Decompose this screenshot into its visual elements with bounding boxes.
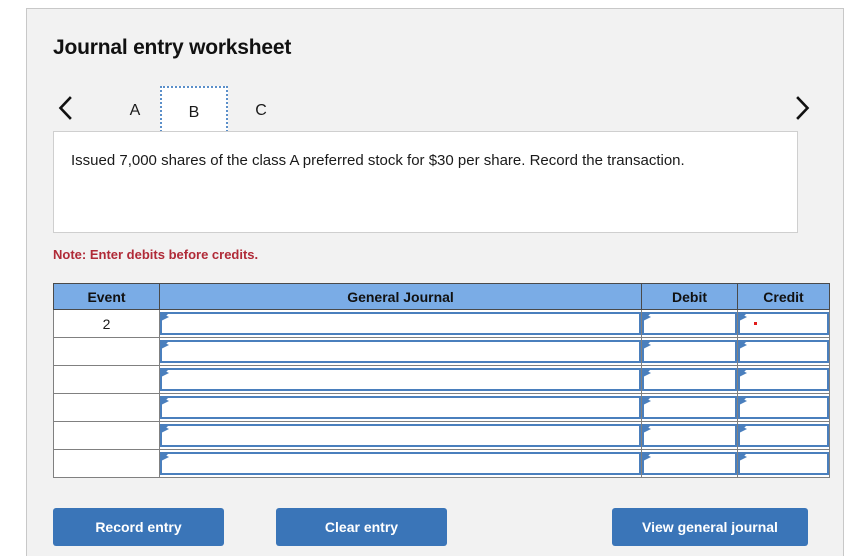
cell-credit (737, 421, 830, 450)
record-entry-button[interactable]: Record entry (53, 508, 224, 546)
cell-credit-input[interactable] (738, 368, 829, 391)
table-row: 2 (53, 309, 830, 338)
column-header-general-journal: General Journal (159, 283, 642, 310)
cell-general-journal (159, 337, 642, 366)
clear-entry-button[interactable]: Clear entry (276, 508, 447, 546)
cell-general-journal-input[interactable] (160, 396, 641, 419)
dropdown-triangle-icon (643, 397, 651, 405)
cell-credit (737, 449, 830, 478)
cell-debit (641, 337, 738, 366)
cell-debit-input[interactable] (642, 452, 737, 475)
view-general-journal-button[interactable]: View general journal (612, 508, 808, 546)
cell-debit (641, 365, 738, 394)
dropdown-triangle-icon (161, 453, 169, 461)
dropdown-triangle-icon (643, 313, 651, 321)
journal-entry-table: Event General Journal Debit Credit 2 (53, 283, 830, 478)
dropdown-triangle-icon (161, 313, 169, 321)
cell-event: 2 (53, 309, 160, 338)
cell-general-journal-input[interactable] (160, 368, 641, 391)
cell-debit (641, 449, 738, 478)
column-header-credit: Credit (737, 283, 830, 310)
column-header-event: Event (53, 283, 160, 310)
cell-general-journal (159, 393, 642, 422)
credit-cell-marker (754, 322, 757, 325)
cell-debit (641, 393, 738, 422)
cell-event (53, 365, 160, 394)
cell-event (53, 337, 160, 366)
dropdown-triangle-icon (739, 453, 747, 461)
worksheet-panel: Journal entry worksheet A B C Issued 7,0… (26, 8, 844, 556)
table-row (53, 421, 830, 450)
cell-general-journal-input[interactable] (160, 424, 641, 447)
dropdown-triangle-icon (739, 369, 747, 377)
cell-debit-input[interactable] (642, 312, 737, 335)
table-row (53, 337, 830, 366)
cell-general-journal-input[interactable] (160, 452, 641, 475)
cell-credit-input[interactable] (738, 312, 829, 335)
cell-credit (737, 365, 830, 394)
cell-debit (641, 309, 738, 338)
cell-debit-input[interactable] (642, 424, 737, 447)
cell-credit-input[interactable] (738, 452, 829, 475)
cell-general-journal-input[interactable] (160, 312, 641, 335)
dropdown-triangle-icon (161, 425, 169, 433)
transaction-description-box: Issued 7,000 shares of the class A prefe… (53, 131, 798, 233)
debits-before-credits-note: Note: Enter debits before credits. (53, 247, 259, 262)
cell-debit-input[interactable] (642, 340, 737, 363)
dropdown-triangle-icon (739, 313, 747, 321)
cell-credit (737, 337, 830, 366)
dropdown-triangle-icon (739, 425, 747, 433)
table-row (53, 449, 830, 478)
cell-credit (737, 393, 830, 422)
table-header-row: Event General Journal Debit Credit (53, 283, 830, 310)
chevron-left-icon[interactable] (49, 91, 83, 125)
dropdown-triangle-icon (739, 341, 747, 349)
transaction-description-text: Issued 7,000 shares of the class A prefe… (71, 152, 685, 169)
chevron-right-icon[interactable] (785, 91, 819, 125)
cell-general-journal-input[interactable] (160, 340, 641, 363)
cell-general-journal (159, 365, 642, 394)
table-row (53, 393, 830, 422)
cell-debit-input[interactable] (642, 368, 737, 391)
dropdown-triangle-icon (643, 453, 651, 461)
cell-credit-input[interactable] (738, 424, 829, 447)
table-row (53, 365, 830, 394)
cell-general-journal (159, 449, 642, 478)
cell-credit-input[interactable] (738, 340, 829, 363)
cell-event (53, 449, 160, 478)
cell-event (53, 421, 160, 450)
dropdown-triangle-icon (161, 397, 169, 405)
column-header-debit: Debit (641, 283, 738, 310)
cell-event (53, 393, 160, 422)
dropdown-triangle-icon (161, 369, 169, 377)
cell-general-journal (159, 421, 642, 450)
cell-credit (737, 309, 830, 338)
dropdown-triangle-icon (739, 397, 747, 405)
page-title: Journal entry worksheet (53, 36, 292, 59)
cell-general-journal (159, 309, 642, 338)
cell-debit-input[interactable] (642, 396, 737, 419)
dropdown-triangle-icon (161, 341, 169, 349)
cell-credit-input[interactable] (738, 396, 829, 419)
cell-debit (641, 421, 738, 450)
dropdown-triangle-icon (643, 369, 651, 377)
dropdown-triangle-icon (643, 341, 651, 349)
dropdown-triangle-icon (643, 425, 651, 433)
